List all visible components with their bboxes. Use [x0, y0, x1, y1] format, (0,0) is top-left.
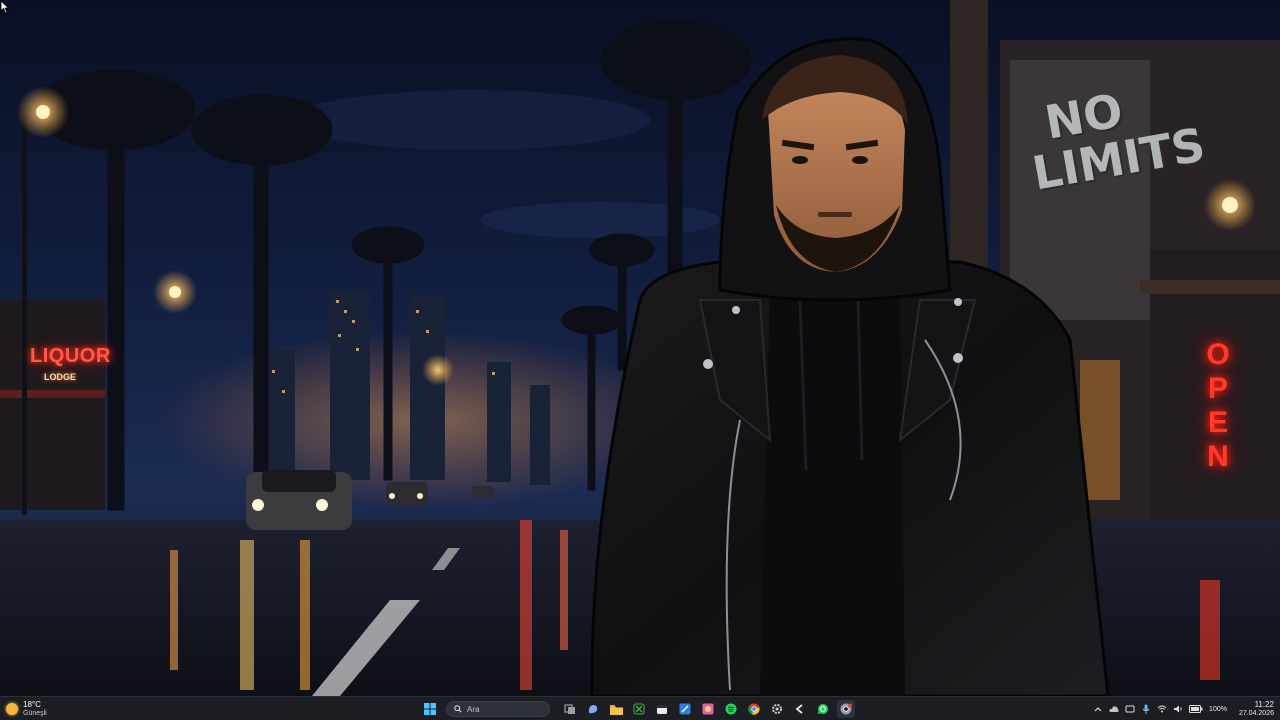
quick-settings-button[interactable]	[1157, 704, 1167, 714]
open-letter: O	[1206, 338, 1230, 371]
folder-icon	[609, 704, 623, 715]
weather-condition: Güneşli	[23, 710, 47, 717]
start-button[interactable]	[421, 700, 439, 718]
settings-button[interactable]	[768, 700, 786, 718]
onedrive-tray-button[interactable]	[1109, 704, 1119, 714]
whatsapp-button[interactable]	[814, 700, 832, 718]
cloud-icon	[1109, 706, 1119, 712]
battery-icon	[1189, 705, 1203, 713]
editor-button[interactable]	[676, 700, 694, 718]
open-letter: P	[1207, 372, 1228, 405]
liquor-neon-sign: LIQUOR	[30, 345, 111, 367]
clock-button[interactable]: 11:22 27.04.2026	[1239, 700, 1274, 718]
sun-icon	[6, 703, 18, 715]
search-placeholder: Ara	[467, 704, 480, 714]
photos-icon	[702, 703, 714, 715]
weather-text: 18°C Güneşli	[23, 700, 47, 718]
chrome-button[interactable]	[745, 700, 763, 718]
clock-date: 27.04.2026	[1238, 710, 1274, 717]
show-hidden-icons-button[interactable]	[1093, 704, 1103, 714]
task-view-button[interactable]	[561, 700, 579, 718]
battery-percentage: 100%	[1209, 705, 1227, 713]
calendar-button[interactable]	[653, 700, 671, 718]
calendar-icon	[657, 705, 667, 714]
gear-icon	[772, 704, 782, 714]
editor-icon	[679, 703, 691, 715]
task-view-icon	[564, 704, 575, 714]
clock-time: 11:22	[1254, 700, 1274, 709]
tray-app-button[interactable]	[1125, 704, 1135, 714]
speaker-icon	[1174, 705, 1182, 713]
open-letter: E	[1207, 406, 1228, 439]
photos-button[interactable]	[699, 700, 717, 718]
taskbar-search-box[interactable]: Ara	[446, 701, 550, 717]
tray-app-icon	[1125, 705, 1135, 713]
weather-temperature: 18°C	[23, 700, 41, 709]
microphone-icon	[1142, 704, 1150, 714]
windows-logo-icon	[424, 703, 436, 715]
chevron-up-icon	[1094, 707, 1102, 712]
capcut-icon	[795, 704, 803, 714]
microphone-tray-button[interactable]	[1141, 704, 1151, 714]
spotify-button[interactable]	[722, 700, 740, 718]
battery-tray-button[interactable]	[1189, 704, 1203, 714]
system-tray: 100% 11:22 27.04.2026	[1093, 699, 1274, 719]
liquor-sub-sign: LODGE	[44, 372, 77, 382]
copilot-icon	[588, 705, 598, 714]
whatsapp-icon	[817, 704, 828, 715]
chrome-icon	[748, 703, 760, 715]
xbox-icon	[633, 703, 645, 715]
taskbar: 18°C Güneşli Ara 100% 11:22 27.04.2026	[0, 696, 1280, 720]
capcut-button[interactable]	[791, 700, 809, 718]
search-icon	[454, 705, 462, 713]
file-explorer-button[interactable]	[607, 700, 625, 718]
spotify-icon	[725, 703, 737, 715]
open-letter: N	[1207, 440, 1229, 473]
copilot-button[interactable]	[584, 700, 602, 718]
volume-tray-button[interactable]	[1173, 704, 1183, 714]
xbox-button[interactable]	[630, 700, 648, 718]
wifi-icon	[1157, 705, 1167, 713]
chrome-profile-button[interactable]	[837, 700, 855, 718]
weather-widget[interactable]: 18°C Güneşli	[6, 699, 47, 719]
chrome-profile-icon	[840, 703, 852, 715]
desktop-wallpaper: LIQUOR LODGE O P E N NO LIMITS	[0, 0, 1280, 696]
mouse-cursor-icon	[0, 0, 10, 14]
graffiti-text: NO LIMITS	[1021, 82, 1209, 201]
open-neon-sign: O P E N	[1203, 338, 1233, 474]
taskbar-center: Ara	[421, 699, 855, 719]
